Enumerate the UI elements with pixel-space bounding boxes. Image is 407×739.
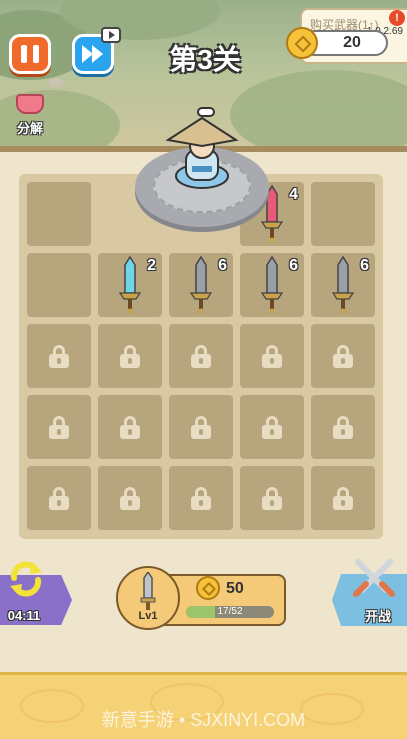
lock-icon bbox=[49, 487, 69, 510]
lock-icon bbox=[49, 416, 69, 439]
decompose-label: 分解 bbox=[16, 121, 43, 136]
lock-icon bbox=[191, 487, 211, 510]
level-title: 第3关 bbox=[169, 44, 241, 75]
upgrade-button[interactable]: Lv1 50 17/52 bbox=[116, 566, 288, 630]
sword-level-label: 4 bbox=[289, 186, 298, 203]
coin-icon bbox=[196, 576, 220, 600]
lock-icon bbox=[49, 345, 69, 368]
board-cell[interactable] bbox=[240, 466, 304, 530]
lock-icon bbox=[191, 416, 211, 439]
lock-icon bbox=[333, 416, 353, 439]
refresh-icon[interactable] bbox=[6, 560, 46, 598]
board-cell[interactable] bbox=[98, 324, 162, 388]
board-cell[interactable] bbox=[311, 395, 375, 459]
sword-icon bbox=[140, 572, 156, 610]
upgrade-cost: 50 bbox=[226, 580, 244, 597]
board-cell[interactable] bbox=[311, 324, 375, 388]
refresh-timer: 04:11 bbox=[7, 608, 41, 623]
lock-icon bbox=[333, 487, 353, 510]
board-cell[interactable]: 2 bbox=[98, 253, 162, 317]
sword-level-label: 6 bbox=[289, 257, 298, 274]
decompose-button[interactable]: 分解 bbox=[10, 88, 50, 136]
alert-icon: ! bbox=[389, 10, 405, 26]
sword-level-label: 6 bbox=[360, 257, 369, 274]
merge-board: 4 2 6 6 6 bbox=[19, 174, 383, 539]
sword-icon bbox=[189, 255, 213, 314]
lock-icon bbox=[120, 487, 140, 510]
lock-icon bbox=[120, 416, 140, 439]
board-cell[interactable] bbox=[169, 395, 233, 459]
lock-icon bbox=[191, 345, 211, 368]
board-cell[interactable] bbox=[27, 253, 91, 317]
fast-forward-button[interactable] bbox=[72, 27, 121, 74]
video-ad-icon bbox=[101, 27, 121, 43]
board-cell[interactable] bbox=[27, 324, 91, 388]
sword-icon bbox=[118, 255, 142, 314]
board-cell[interactable]: 6 bbox=[240, 253, 304, 317]
board-cell[interactable]: 6 bbox=[169, 253, 233, 317]
board-cell[interactable] bbox=[311, 466, 375, 530]
sword-icon bbox=[260, 255, 284, 314]
watermark: 新意手游 • SJXINYI.COM bbox=[101, 710, 306, 730]
sword-level-label: 2 bbox=[147, 257, 156, 274]
upgrade-progress-bar: 17/52 bbox=[186, 606, 274, 618]
board-cell[interactable] bbox=[27, 466, 91, 530]
board-cell[interactable] bbox=[240, 395, 304, 459]
sword-icon bbox=[331, 255, 355, 314]
pause-button[interactable] bbox=[9, 34, 51, 74]
lock-icon bbox=[262, 416, 282, 439]
board-cell[interactable] bbox=[27, 395, 91, 459]
board-cell[interactable]: 6 bbox=[311, 253, 375, 317]
board-cell[interactable] bbox=[98, 395, 162, 459]
lock-icon bbox=[120, 345, 140, 368]
board-cell[interactable] bbox=[169, 324, 233, 388]
weapon-level-label: Lv1 bbox=[138, 610, 158, 622]
sword-level-label: 6 bbox=[218, 257, 227, 274]
crossed-swords-icon[interactable] bbox=[352, 558, 396, 598]
coin-icon bbox=[286, 27, 318, 59]
pause-icon-bar bbox=[21, 45, 27, 63]
board-cell[interactable] bbox=[27, 182, 91, 246]
battle-button[interactable]: 开战 bbox=[350, 606, 406, 625]
lock-icon bbox=[333, 345, 353, 368]
progress-text: 17/52 bbox=[217, 606, 243, 617]
board-cell[interactable] bbox=[240, 324, 304, 388]
lock-icon bbox=[262, 487, 282, 510]
board-cell[interactable] bbox=[311, 182, 375, 246]
hero-character-icon bbox=[165, 107, 239, 189]
board-cell[interactable] bbox=[98, 466, 162, 530]
pause-icon-bar bbox=[33, 45, 39, 63]
recycle-bin-icon bbox=[16, 94, 44, 114]
board-cell[interactable] bbox=[169, 466, 233, 530]
lock-icon bbox=[262, 345, 282, 368]
